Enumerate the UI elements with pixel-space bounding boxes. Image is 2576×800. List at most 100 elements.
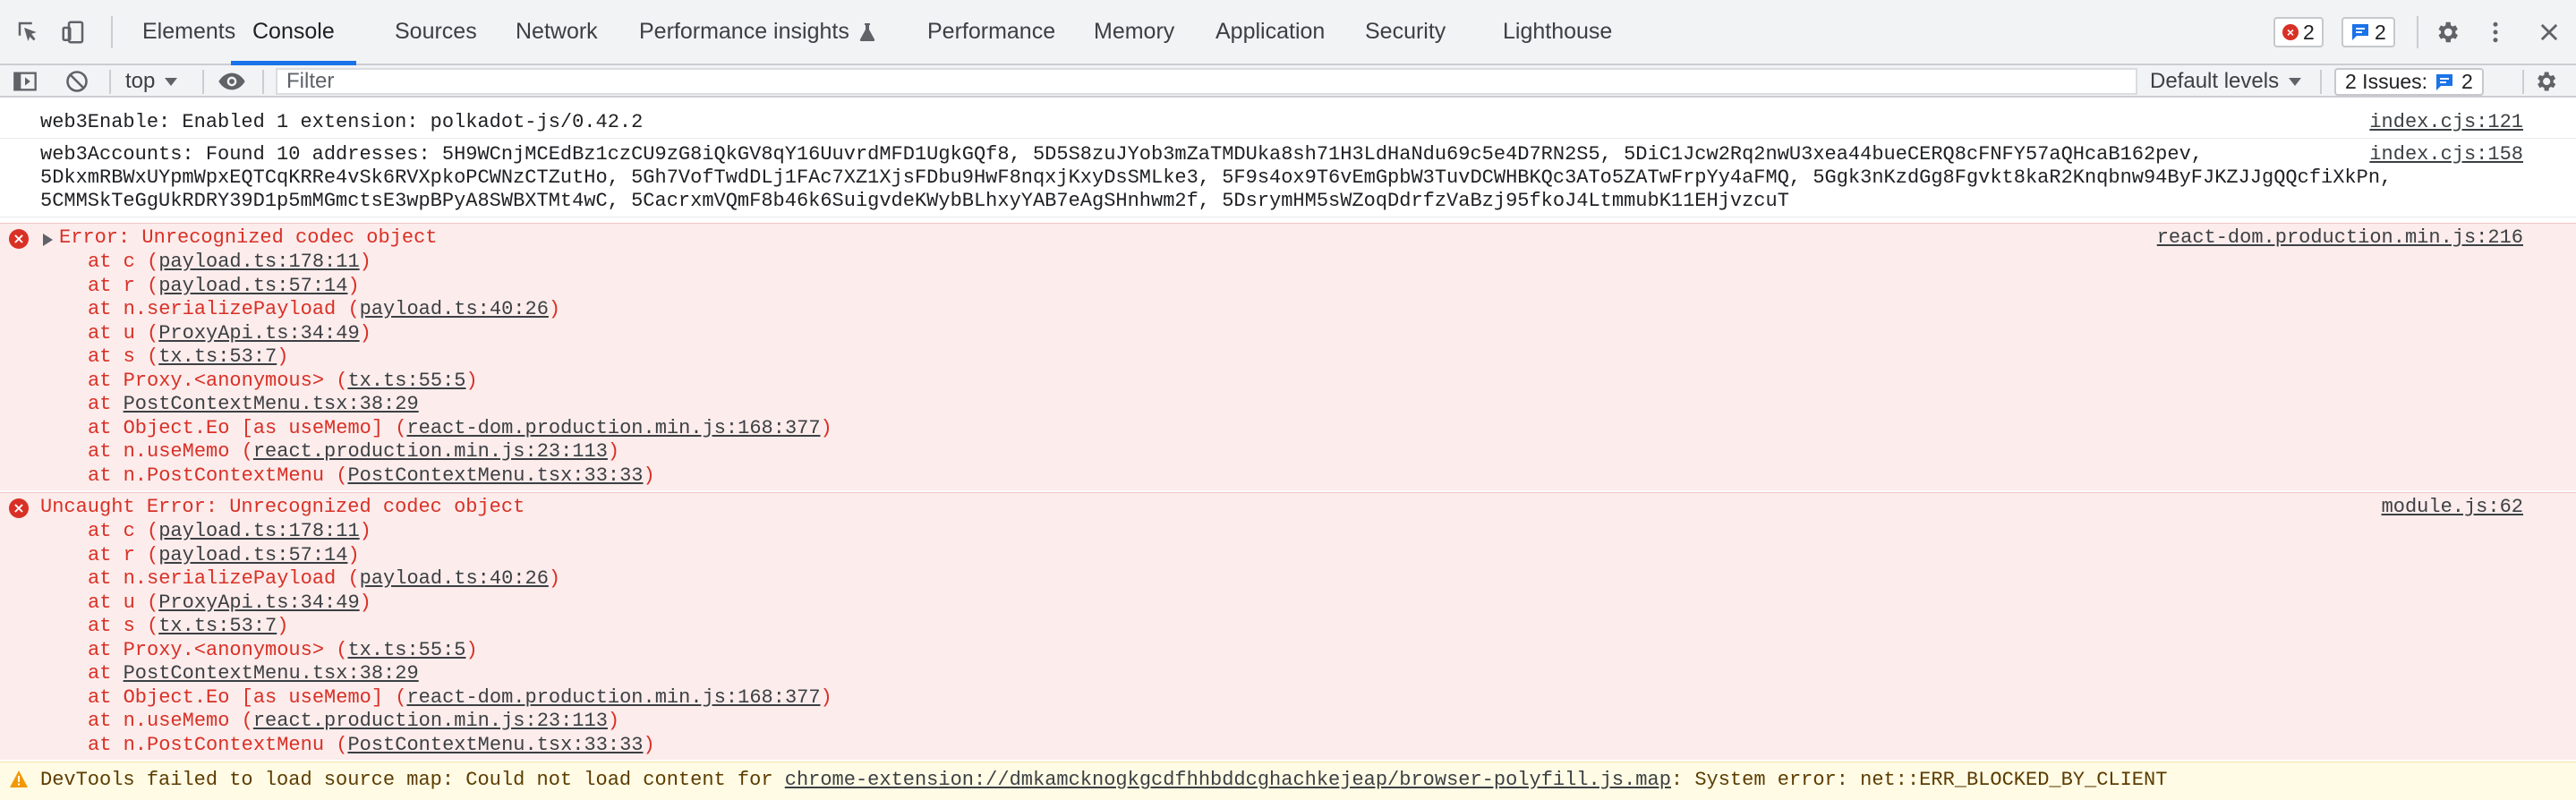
experiment-flask-icon xyxy=(859,22,875,41)
error-count-badge[interactable]: × 2 xyxy=(2273,17,2324,47)
filter-input[interactable] xyxy=(276,68,2137,95)
stack-frame-link[interactable]: PostContextMenu.tsx:38:29 xyxy=(124,393,419,415)
source-link[interactable]: react-dom.production.min.js:216 xyxy=(2157,226,2523,251)
stack-frame-text-end: ) xyxy=(347,274,360,297)
error-icon: × xyxy=(9,229,29,249)
message-count-badge[interactable]: 2 xyxy=(2341,17,2395,47)
stack-frame-link[interactable]: payload.ts:178:11 xyxy=(158,251,359,273)
stack-frame-link[interactable]: PostContextMenu.tsx:38:29 xyxy=(124,662,419,685)
stack-frame-text: at n.serializePayload ( xyxy=(88,298,360,320)
error-icon: × xyxy=(2282,24,2299,40)
tab-console[interactable]: Console xyxy=(231,0,356,65)
stack-frame-text-end: ) xyxy=(643,733,655,756)
stack-frame: at n.serializePayload (payload.ts:40:26) xyxy=(88,298,560,322)
tab-label: Network xyxy=(516,19,598,44)
source-link[interactable]: index.cjs:158 xyxy=(2369,143,2523,167)
message-count: 2 xyxy=(2375,20,2386,44)
error-icon: × xyxy=(9,498,29,518)
close-devtools-icon[interactable] xyxy=(2533,16,2565,48)
issues-label: 2 Issues: xyxy=(2345,70,2428,93)
stack-frame-link[interactable]: PostContextMenu.tsx:33:33 xyxy=(347,734,643,756)
stack-frame-link[interactable]: react-dom.production.min.js:168:377 xyxy=(406,417,820,439)
source-link[interactable]: module.js:62 xyxy=(2382,496,2523,520)
stack-frame-text: at c ( xyxy=(88,251,159,273)
console-message-info: web3Enable: Enabled 1 extension: polkado… xyxy=(0,109,2576,139)
stack-frame: at r (payload.ts:57:14) xyxy=(88,544,360,568)
stack-frame-text-end: ) xyxy=(359,251,371,273)
stack-frame-link[interactable]: react-dom.production.min.js:168:377 xyxy=(406,686,820,709)
tab-label: Application xyxy=(1215,19,1326,44)
device-toolbar-icon[interactable] xyxy=(57,16,90,48)
stack-frame: at u (ProxyApi.ts:34:49) xyxy=(88,322,371,346)
expand-triangle-icon[interactable] xyxy=(43,234,53,246)
tab-security[interactable]: Security xyxy=(1365,0,1446,64)
stack-frame-link[interactable]: PostContextMenu.tsx:33:33 xyxy=(347,464,643,487)
stack-frame-link[interactable]: payload.ts:57:14 xyxy=(158,275,347,297)
stack-frame-text-end: ) xyxy=(277,345,289,368)
stack-frame: at s (tx.ts:53:7) xyxy=(88,345,288,370)
live-expression-eye-icon[interactable] xyxy=(218,67,246,96)
tab-sources[interactable]: Sources xyxy=(395,0,477,64)
tab-performance-insights[interactable]: Performance insights xyxy=(639,0,876,64)
stack-frame: at u (ProxyApi.ts:34:49) xyxy=(88,591,371,616)
console-message-info: web3Accounts: Found 10 addresses: 5H9WCn… xyxy=(0,140,2576,217)
tab-elements[interactable]: Elements xyxy=(142,0,235,64)
stack-frame-text: at xyxy=(88,662,124,685)
stack-frame-link[interactable]: payload.ts:178:11 xyxy=(158,520,359,542)
log-levels-select[interactable]: Default levels xyxy=(2150,65,2302,98)
tab-memory[interactable]: Memory xyxy=(1094,0,1174,64)
tab-label: Console xyxy=(252,19,335,44)
stack-frame-link[interactable]: react.production.min.js:23:113 xyxy=(253,440,608,463)
context-label: top xyxy=(125,69,156,93)
execution-context-select[interactable]: top xyxy=(125,65,178,98)
toolbar-divider xyxy=(2522,70,2524,94)
stack-frame-text: at s ( xyxy=(88,345,159,368)
console-settings-gear-icon[interactable] xyxy=(2531,67,2560,96)
stack-frame-text: at xyxy=(88,393,124,415)
stack-frame-text: at u ( xyxy=(88,591,159,614)
tab-performance[interactable]: Performance xyxy=(927,0,1055,64)
stack-frame: at n.PostContextMenu (PostContextMenu.ts… xyxy=(88,464,655,489)
warning-text-end: : System error: net::ERR_BLOCKED_BY_CLIE… xyxy=(1670,769,2168,791)
warning-text-start: DevTools failed to load source map: Coul… xyxy=(40,769,785,791)
stack-frame-text: at u ( xyxy=(88,321,159,345)
stack-frame: at PostContextMenu.tsx:38:29 xyxy=(88,393,419,417)
stack-frame: at n.useMemo (react.production.min.js:23… xyxy=(88,710,619,734)
source-map-link[interactable]: chrome-extension://dmkamcknogkgcdfhhbddc… xyxy=(785,769,1671,791)
stack-frame-link[interactable]: tx.ts:55:5 xyxy=(347,370,465,392)
issues-count: 2 xyxy=(2461,70,2473,93)
stack-frame-link[interactable]: payload.ts:57:14 xyxy=(158,544,347,566)
stack-frame-text-end: ) xyxy=(465,638,478,661)
message-text-line: web3Accounts: Found 10 addresses: 5H9WCn… xyxy=(40,143,2203,166)
toolbar-divider xyxy=(202,70,204,94)
stack-frame: at c (payload.ts:178:11) xyxy=(88,520,371,544)
stack-frame-text-end: ) xyxy=(277,615,289,637)
stack-frame-link[interactable]: tx.ts:53:7 xyxy=(158,345,277,368)
stack-frame-text-end: ) xyxy=(820,685,832,709)
inspect-element-icon[interactable] xyxy=(13,16,45,48)
message-text-line: 5DkxmRBWxUYpmWpxEQTCqKRRe4vSk6RVXpkoPCWN… xyxy=(40,166,2393,189)
error-message-text: Uncaught Error: Unrecognized codec objec… xyxy=(40,496,525,518)
stack-frame-link[interactable]: payload.ts:40:26 xyxy=(360,298,549,320)
stack-frame-link[interactable]: ProxyApi.ts:34:49 xyxy=(158,591,359,614)
issues-button[interactable]: 2 Issues: 2 xyxy=(2334,68,2484,96)
stack-frame-text: at r ( xyxy=(88,543,159,566)
source-link[interactable]: index.cjs:121 xyxy=(2369,111,2523,135)
stack-frame-link[interactable]: react.production.min.js:23:113 xyxy=(253,710,608,732)
stack-frame-link[interactable]: payload.ts:40:26 xyxy=(360,567,549,590)
show-sidebar-icon[interactable] xyxy=(11,67,39,96)
tab-label: Security xyxy=(1365,19,1446,44)
stack-frame-link[interactable]: tx.ts:53:7 xyxy=(158,615,277,637)
more-options-icon[interactable] xyxy=(2479,16,2512,48)
stack-frame: at n.PostContextMenu (PostContextMenu.ts… xyxy=(88,734,655,758)
stack-frame: at n.serializePayload (payload.ts:40:26) xyxy=(88,567,560,591)
tab-lighthouse[interactable]: Lighthouse xyxy=(1503,0,1612,64)
stack-frame-link[interactable]: tx.ts:55:5 xyxy=(347,639,465,661)
stack-frame: at Object.Eo [as useMemo] (react-dom.pro… xyxy=(88,686,832,711)
settings-gear-icon[interactable] xyxy=(2431,16,2463,48)
tab-application[interactable]: Application xyxy=(1215,0,1325,64)
stack-frame-link[interactable]: ProxyApi.ts:34:49 xyxy=(158,322,359,345)
tab-network[interactable]: Network xyxy=(516,0,598,64)
tab-label: Performance insights xyxy=(639,19,849,44)
clear-console-icon[interactable] xyxy=(63,67,91,96)
